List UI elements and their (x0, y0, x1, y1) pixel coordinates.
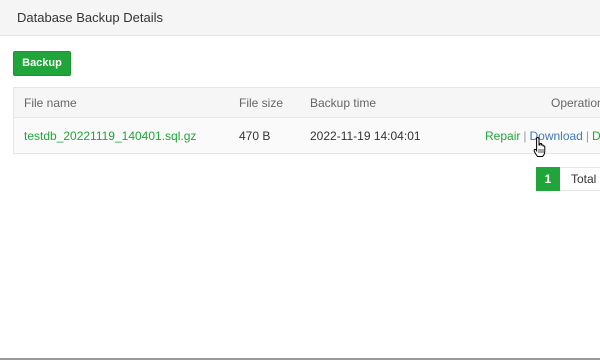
table-row: testdb_20221119_140401.sql.gz 470 B 2022… (14, 118, 600, 153)
header-file-size: File size (239, 96, 284, 110)
separator: | (523, 129, 527, 143)
dialog-title: Database Backup Details (17, 10, 163, 25)
header-file-name: File name (24, 96, 77, 110)
pagination: 1 Total (536, 167, 600, 191)
header-backup-time: Backup time (310, 96, 377, 110)
dialog-titlebar: Database Backup Details (0, 0, 600, 36)
file-size-cell: 470 B (239, 129, 271, 143)
repair-link[interactable]: Repair (485, 129, 520, 143)
file-name-link[interactable]: testdb_20221119_140401.sql.gz (24, 129, 196, 143)
total-count-label: Total (560, 167, 600, 191)
separator: | (585, 129, 589, 143)
hand-pointer-icon (533, 136, 546, 157)
table-header: File name File size Backup time Operatio… (14, 88, 600, 118)
backup-table: File name File size Backup time Operatio… (13, 87, 600, 154)
backup-button[interactable]: Backup (13, 51, 71, 76)
header-operation: Operation (551, 96, 600, 110)
backup-time-cell: 2022-11-19 14:04:01 (310, 129, 421, 143)
page-1-button[interactable]: 1 (536, 167, 560, 191)
delete-link[interactable]: De (592, 129, 600, 143)
